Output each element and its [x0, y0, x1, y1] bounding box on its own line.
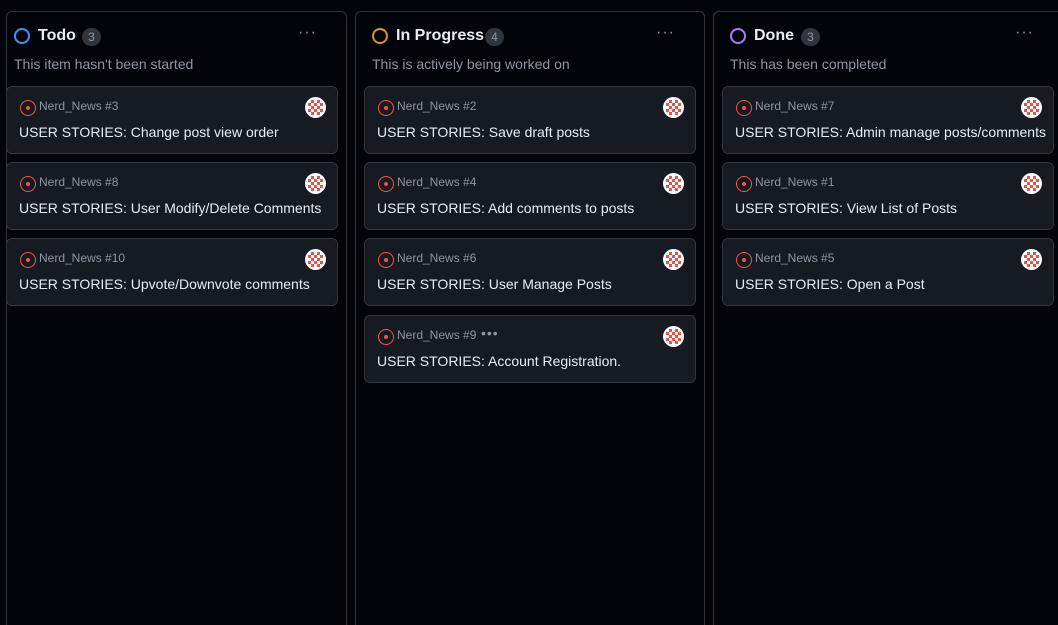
issue-reference[interactable]: Nerd_News #6: [397, 251, 476, 265]
column-menu-kebab-icon[interactable]: ···: [656, 25, 676, 43]
column-in-progress: In Progress 4 ··· This is actively being…: [355, 11, 705, 625]
issue-reference[interactable]: Nerd_News #4: [397, 175, 476, 189]
issue-opened-icon: [20, 176, 36, 192]
column-description: This has been completed: [730, 56, 887, 72]
column-header: Todo 3 ··· This item hasn't been started: [7, 12, 346, 84]
issue-card[interactable]: Nerd_News #10 USER STORIES: Upvote/Downv…: [6, 238, 338, 306]
assignee-avatar[interactable]: [663, 249, 684, 270]
column-done: Done 3 ··· This has been completed Nerd_…: [713, 11, 1058, 625]
column-description: This is actively being worked on: [372, 56, 570, 72]
issue-opened-icon: [378, 252, 394, 268]
column-title: Todo: [38, 27, 76, 44]
issue-card[interactable]: Nerd_News #3 USER STORIES: Change post v…: [6, 86, 338, 154]
card-menu-kebab-icon[interactable]: •••: [481, 326, 499, 340]
column-header: In Progress 4 ··· This is actively being…: [356, 12, 704, 84]
column-header: Done 3 ··· This has been completed: [714, 12, 1058, 84]
issue-card[interactable]: Nerd_News #2 USER STORIES: Save draft po…: [364, 86, 696, 154]
issue-reference[interactable]: Nerd_News #3: [39, 99, 118, 113]
issue-card[interactable]: Nerd_News #8 USER STORIES: User Modify/D…: [6, 162, 338, 230]
issue-title[interactable]: USER STORIES: Change post view order: [19, 124, 279, 140]
issue-title[interactable]: USER STORIES: View List of Posts: [735, 200, 957, 216]
assignee-avatar[interactable]: [663, 97, 684, 118]
issue-opened-icon: [736, 100, 752, 116]
column-description: This item hasn't been started: [14, 56, 194, 72]
issue-opened-icon: [20, 252, 36, 268]
issue-title[interactable]: USER STORIES: Admin manage posts/comment…: [735, 124, 1046, 140]
assignee-avatar[interactable]: [1021, 249, 1042, 270]
column-todo: Todo 3 ··· This item hasn't been started…: [6, 11, 347, 625]
assignee-avatar[interactable]: [305, 173, 326, 194]
column-menu-kebab-icon[interactable]: ···: [1015, 25, 1035, 43]
project-board: Todo 3 ··· This item hasn't been started…: [0, 0, 1058, 625]
assignee-avatar[interactable]: [305, 249, 326, 270]
column-count-badge: 3: [801, 28, 820, 46]
issue-reference[interactable]: Nerd_News #8: [39, 175, 118, 189]
issue-title[interactable]: USER STORIES: Upvote/Downvote comments: [19, 276, 310, 292]
issue-title[interactable]: USER STORIES: Add comments to posts: [377, 200, 634, 216]
issue-reference[interactable]: Nerd_News #5: [755, 251, 834, 265]
issue-title[interactable]: USER STORIES: User Modify/Delete Comment…: [19, 200, 321, 216]
issue-card[interactable]: Nerd_News #7 USER STORIES: Admin manage …: [722, 86, 1054, 154]
assignee-avatar[interactable]: [663, 326, 684, 347]
assignee-avatar[interactable]: [1021, 173, 1042, 194]
issue-opened-icon: [378, 100, 394, 116]
issue-title[interactable]: USER STORIES: Save draft posts: [377, 124, 590, 140]
issue-opened-icon: [378, 176, 394, 192]
issue-reference[interactable]: Nerd_News #7: [755, 99, 834, 113]
issue-opened-icon: [736, 252, 752, 268]
issue-reference[interactable]: Nerd_News #2: [397, 99, 476, 113]
issue-title[interactable]: USER STORIES: User Manage Posts: [377, 276, 612, 292]
assignee-avatar[interactable]: [663, 173, 684, 194]
column-count-badge: 4: [485, 28, 504, 46]
issue-opened-icon: [736, 176, 752, 192]
issue-card[interactable]: Nerd_News #4 USER STORIES: Add comments …: [364, 162, 696, 230]
column-title: Done: [754, 27, 794, 44]
status-circle-icon: [372, 28, 388, 44]
column-count-badge: 3: [82, 28, 101, 46]
issue-card[interactable]: Nerd_News #5 USER STORIES: Open a Post: [722, 238, 1054, 306]
assignee-avatar[interactable]: [1021, 97, 1042, 118]
issue-card[interactable]: Nerd_News #6 USER STORIES: User Manage P…: [364, 238, 696, 306]
issue-reference[interactable]: Nerd_News #9: [397, 328, 476, 342]
issue-opened-icon: [378, 329, 394, 345]
status-circle-icon: [14, 28, 30, 44]
issue-reference[interactable]: Nerd_News #1: [755, 175, 834, 189]
issue-reference[interactable]: Nerd_News #10: [39, 251, 125, 265]
column-menu-kebab-icon[interactable]: ···: [298, 25, 318, 43]
assignee-avatar[interactable]: [305, 97, 326, 118]
issue-card[interactable]: Nerd_News #9 ••• USER STORIES: Account R…: [364, 315, 696, 383]
column-title: In Progress: [396, 27, 485, 44]
issue-card[interactable]: Nerd_News #1 USER STORIES: View List of …: [722, 162, 1054, 230]
status-circle-icon: [730, 28, 746, 44]
issue-title[interactable]: USER STORIES: Open a Post: [735, 276, 925, 292]
issue-opened-icon: [20, 100, 36, 116]
issue-title[interactable]: USER STORIES: Account Registration.: [377, 353, 621, 369]
